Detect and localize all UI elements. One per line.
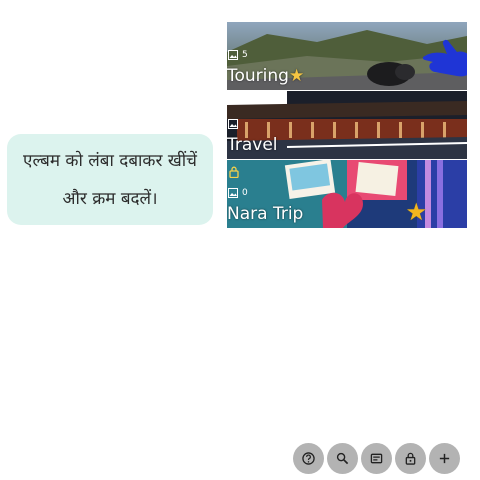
- album-count: 0: [242, 188, 248, 198]
- album-card-touring[interactable]: 5 Touring★: [227, 22, 467, 90]
- reorder-hint-text: एल्बम को लंबा दबाकर खींचें और क्रम बदलें…: [23, 150, 197, 209]
- album-meta: [228, 119, 242, 129]
- drag-hand-pointer-icon: [423, 39, 467, 77]
- favorite-star-icon: ★: [288, 66, 305, 86]
- card-icon: [370, 453, 383, 464]
- reorder-hint-tooltip: एल्बम को लंबा दबाकर खींचें और क्रम बदलें…: [7, 134, 213, 225]
- lock-icon: [405, 452, 416, 465]
- photo-icon: [228, 188, 238, 198]
- help-button[interactable]: [293, 443, 324, 474]
- plus-icon: [439, 453, 450, 464]
- card-view-button[interactable]: [361, 443, 392, 474]
- album-card-nara-trip[interactable]: 0 Nara Trip ★: [227, 160, 467, 228]
- add-album-button[interactable]: [429, 443, 460, 474]
- album-title: Travel: [227, 135, 278, 155]
- star-decoration-icon: ★: [405, 198, 427, 226]
- album-meta: 0: [228, 188, 248, 198]
- album-meta: 5: [228, 50, 248, 60]
- album-title: Touring★: [227, 66, 305, 86]
- photo-icon: [228, 50, 238, 60]
- album-count: 5: [242, 50, 248, 60]
- help-icon: [302, 452, 315, 465]
- photo-icon: [228, 119, 238, 129]
- album-card-travel[interactable]: Travel: [227, 91, 467, 159]
- search-button[interactable]: [327, 443, 358, 474]
- locked-album-icon: [229, 166, 239, 178]
- search-icon: [336, 452, 349, 465]
- album-title: Nara Trip: [227, 204, 304, 224]
- bottom-toolbar: [293, 443, 460, 474]
- lock-button[interactable]: [395, 443, 426, 474]
